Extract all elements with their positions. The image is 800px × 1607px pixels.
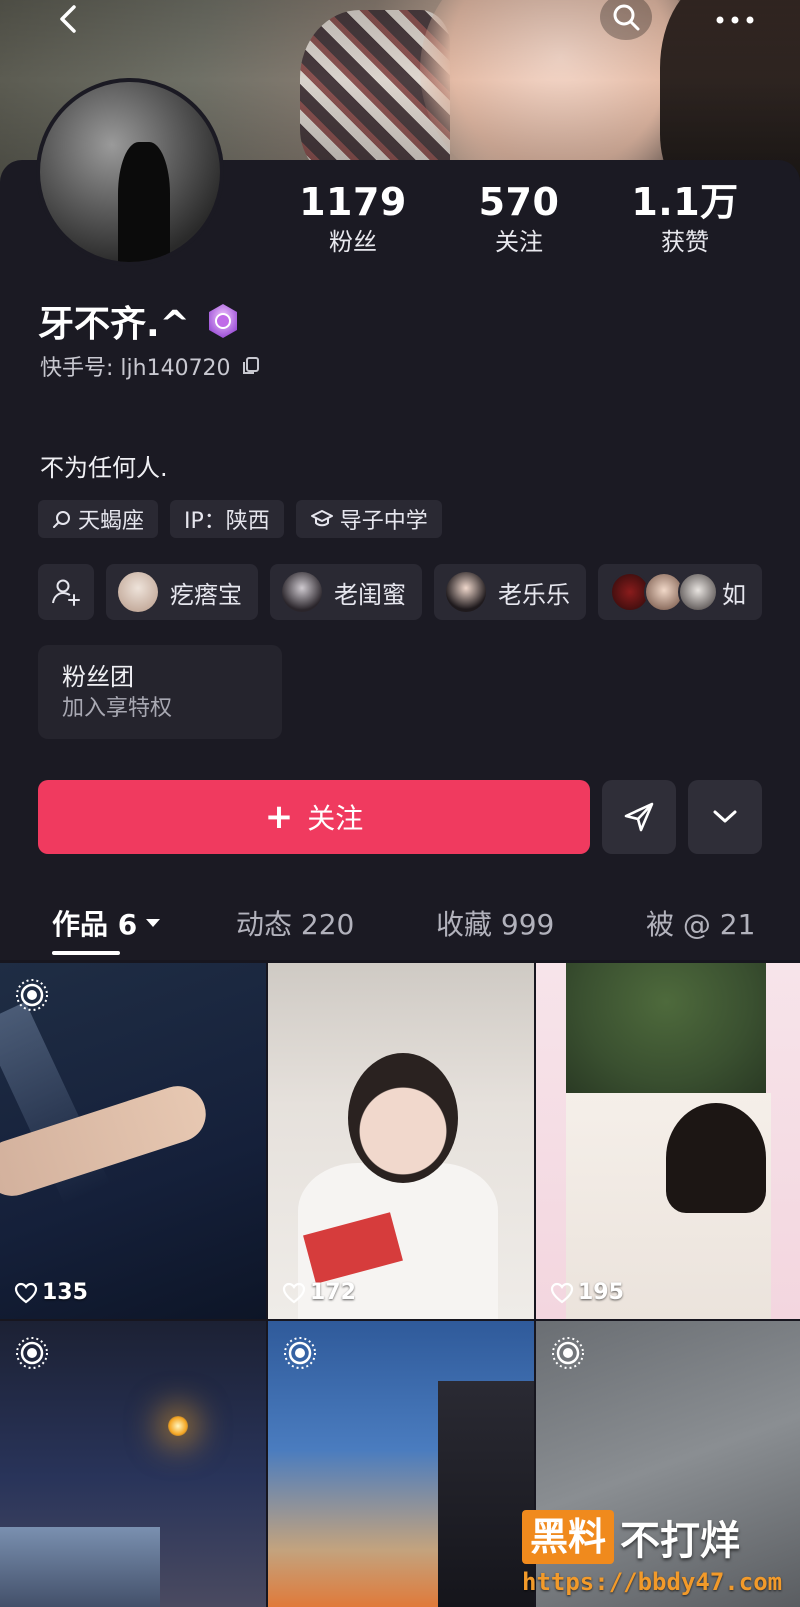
friend-label: 如 [722, 580, 746, 609]
friend-chip[interactable]: 老闺蜜 [270, 564, 422, 620]
tab-favorites[interactable]: 收藏 999 [436, 895, 554, 951]
profile-stats: 1179 粉丝 570 关注 1.1万 获赞 [270, 180, 770, 260]
school-icon [310, 510, 333, 527]
tag-zodiac[interactable]: 天蝎座 [38, 500, 159, 538]
add-friend-button[interactable] [38, 564, 94, 620]
follow-button[interactable]: + 关注 [38, 780, 590, 854]
tab-label: 动态 220 [236, 908, 355, 941]
kuaishou-id: 快手号: ljh140720 [40, 356, 231, 381]
friend-chip[interactable]: 老乐乐 [434, 564, 586, 620]
profile-tags: 天蝎座 IP：陕西 导子中学 [38, 500, 442, 538]
stat-label: 获赞 [661, 228, 709, 256]
like-count: 135 [14, 1280, 88, 1305]
caret-down-icon [146, 919, 161, 927]
search-icon [53, 511, 70, 528]
share-button[interactable] [602, 780, 676, 854]
send-icon [624, 802, 654, 832]
watermark-box: 黑料 [522, 1510, 615, 1564]
like-count: 172 [282, 1280, 356, 1305]
work-thumbnail[interactable]: 135 [0, 963, 266, 1319]
stat-value: 1179 [299, 180, 407, 224]
tab-label: 作品 6 [52, 908, 138, 941]
level-badge-icon[interactable] [204, 302, 242, 340]
copy-icon[interactable] [241, 356, 261, 376]
friend-label: 老闺蜜 [334, 580, 406, 609]
avatar[interactable] [36, 78, 224, 266]
follow-label: 关注 [307, 802, 364, 835]
stat-following[interactable]: 570 关注 [436, 180, 602, 260]
friend-label: 老乐乐 [498, 580, 570, 609]
stat-followers[interactable]: 1179 粉丝 [270, 180, 436, 260]
fan-club-subtitle: 加入享特权 [62, 696, 173, 721]
watermark-url: https://bbdy47.com [522, 1568, 783, 1596]
friend-avatar [678, 572, 718, 612]
more-button[interactable] [705, 0, 765, 40]
friend-label: 疙瘩宝 [170, 580, 242, 609]
heart-icon [14, 1282, 38, 1303]
stat-likes[interactable]: 1.1万 获赞 [602, 180, 768, 260]
stat-label: 粉丝 [329, 228, 377, 256]
chevron-down-icon [713, 810, 737, 823]
more-dots-icon [716, 16, 754, 24]
live-photo-icon [16, 979, 48, 1011]
like-count: 195 [550, 1280, 624, 1305]
fan-club-card[interactable]: 粉丝团 加入享特权 [38, 645, 282, 739]
add-user-icon [52, 579, 80, 606]
back-arrow-icon [60, 5, 76, 33]
work-thumbnail[interactable] [0, 1321, 266, 1607]
profile-name: 牙不齐.^ [38, 304, 190, 345]
plus-icon: + [264, 797, 294, 837]
work-thumbnail[interactable]: 195 [536, 963, 800, 1319]
content-tabs: 作品 6 动态 220 收藏 999 被 @ 21 [0, 895, 800, 963]
live-photo-icon [284, 1337, 316, 1369]
tag-label: IP：陕西 [184, 509, 270, 534]
active-tab-indicator [52, 951, 120, 955]
stat-value: 570 [478, 180, 560, 224]
kuaishou-id-row: 快手号: ljh140720 [40, 350, 261, 382]
search-icon [613, 4, 640, 31]
friends-row: 疙瘩宝 老闺蜜 老乐乐 如 [38, 564, 800, 620]
tab-moments[interactable]: 动态 220 [236, 895, 354, 951]
watermark: 黑料 不打烊 https://bbdy47.com [522, 1508, 800, 1607]
heart-icon [550, 1282, 574, 1303]
friend-avatar [446, 572, 486, 612]
live-photo-icon [552, 1337, 584, 1369]
tag-label: 导子中学 [339, 509, 428, 534]
tag-label: 天蝎座 [78, 509, 145, 534]
watermark-text: 不打烊 [620, 1518, 741, 1564]
tag-ip: IP：陕西 [170, 500, 284, 538]
tab-label: 收藏 999 [436, 908, 555, 941]
tab-mentions[interactable]: 被 @ 21 [646, 895, 755, 951]
tab-label: 被 @ 21 [646, 908, 756, 941]
tag-school[interactable]: 导子中学 [295, 500, 442, 538]
friend-avatar [118, 572, 158, 612]
profile-bio: 不为任何人. [40, 454, 168, 482]
friend-avatar-group [610, 572, 718, 612]
work-thumbnail[interactable]: 172 [268, 963, 534, 1319]
work-thumbnail[interactable] [268, 1321, 534, 1607]
friend-avatar [282, 572, 322, 612]
back-button[interactable] [48, 0, 88, 40]
heart-icon [282, 1282, 306, 1303]
fan-club-title: 粉丝团 [62, 663, 134, 691]
tab-works[interactable]: 作品 6 [52, 895, 161, 951]
friend-chip-group[interactable]: 如 [598, 564, 762, 620]
stat-label: 关注 [495, 228, 543, 256]
profile-name-row: 牙不齐.^ [38, 295, 242, 347]
live-photo-icon [16, 1337, 48, 1369]
stat-value: 1.1万 [631, 180, 739, 224]
friend-chip[interactable]: 疙瘩宝 [106, 564, 258, 620]
more-options-button[interactable] [688, 780, 762, 854]
